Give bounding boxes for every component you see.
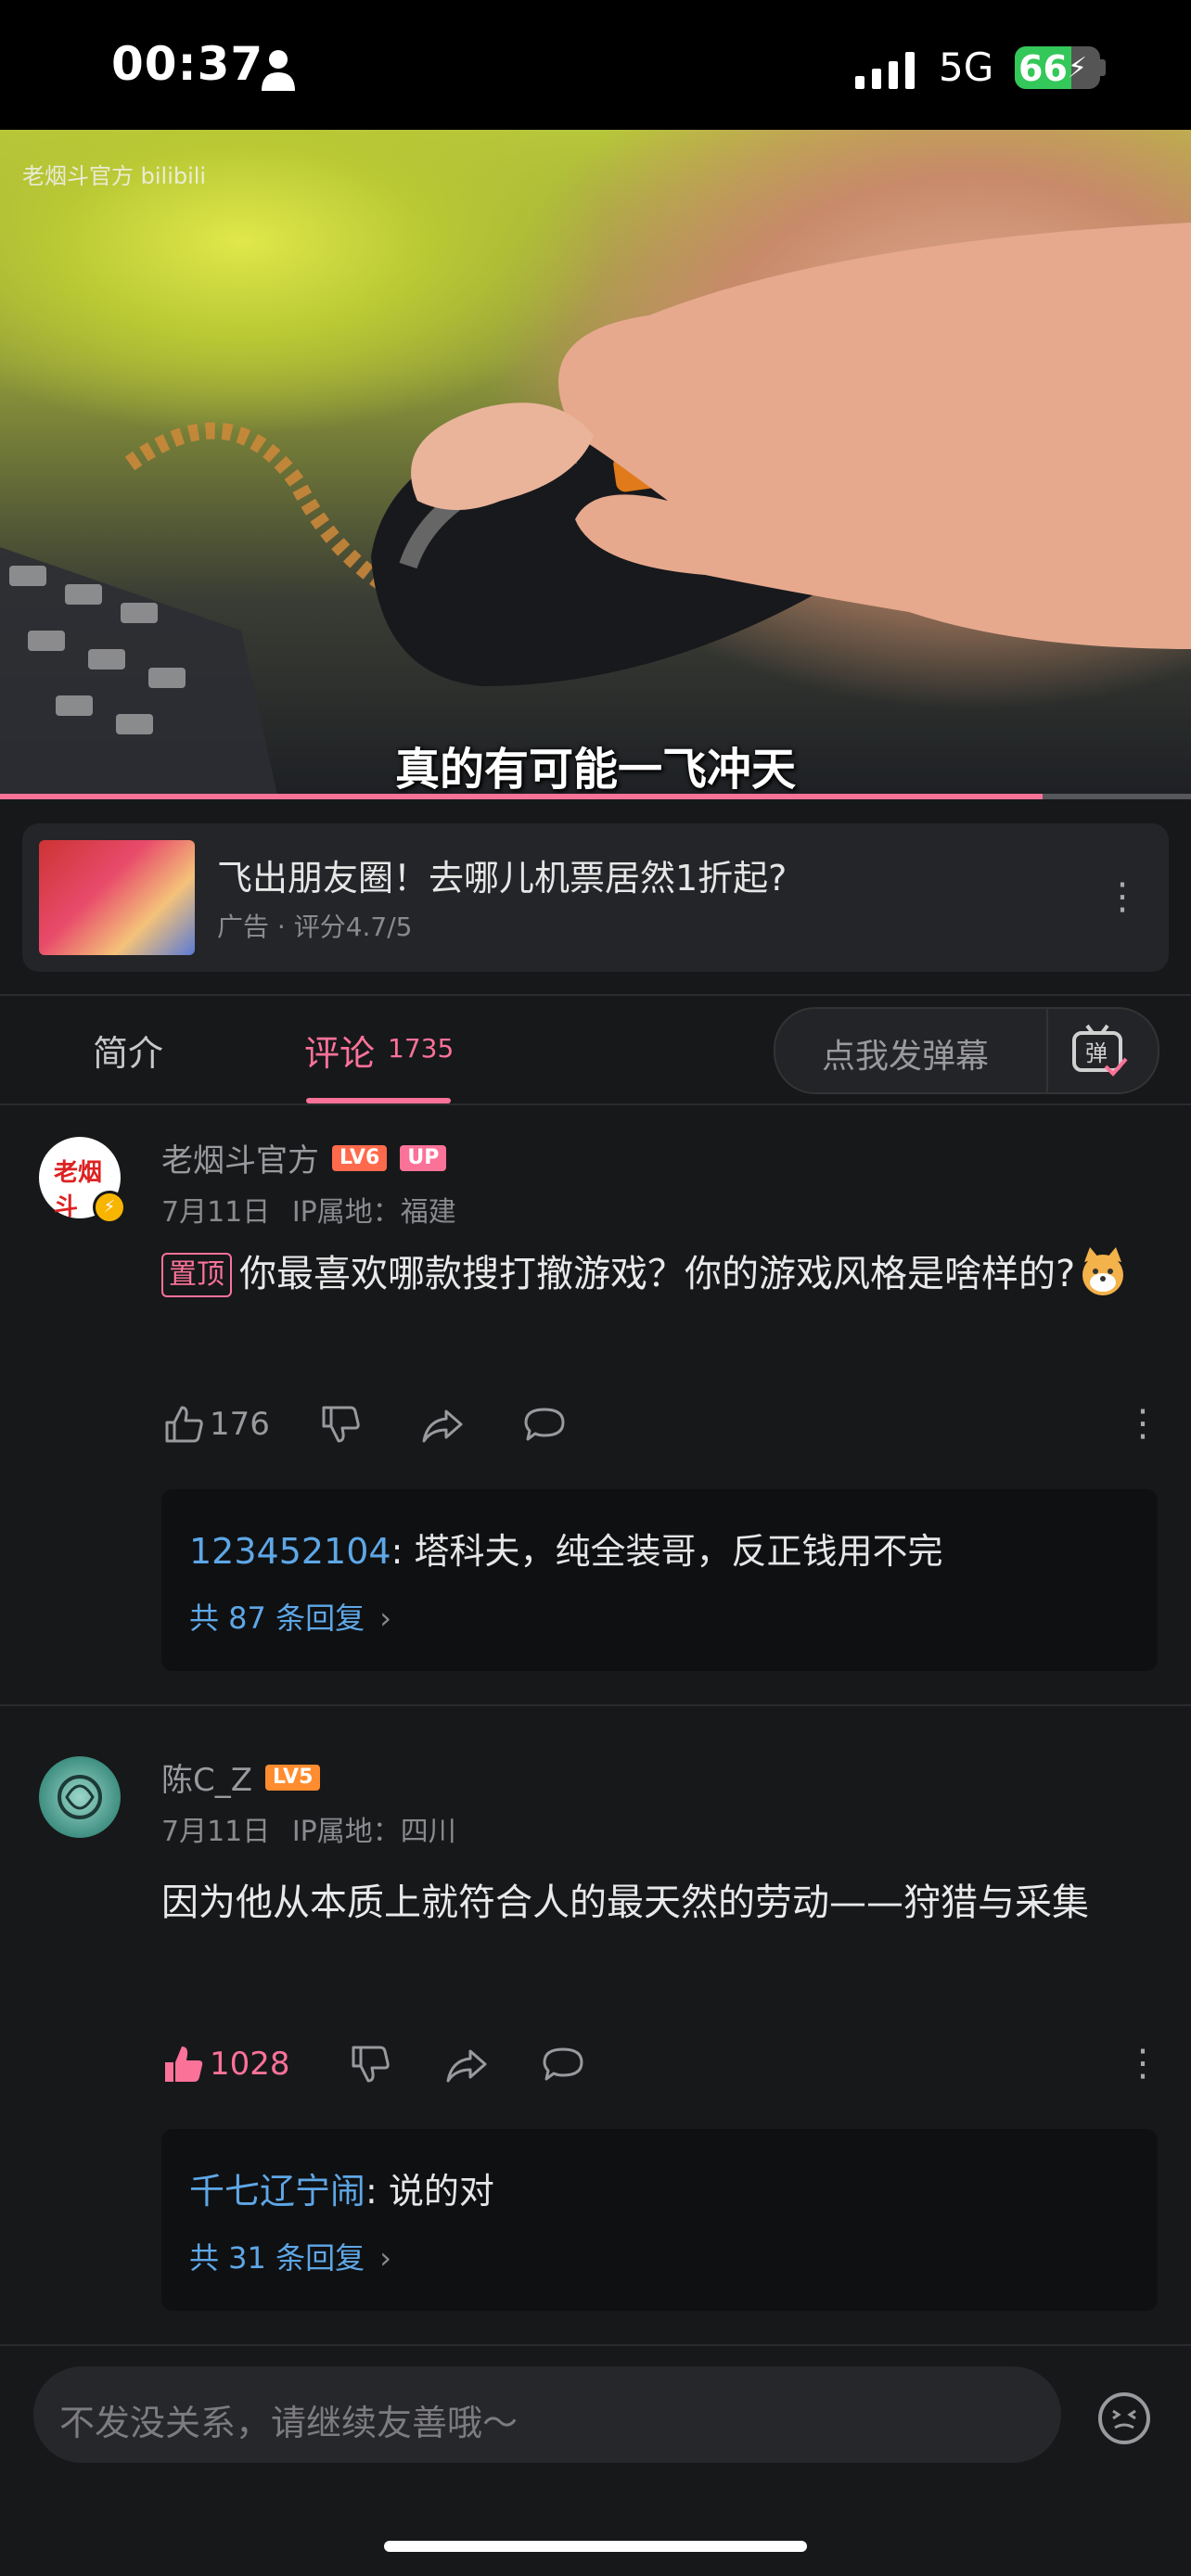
reply-total: 共 87 条回复 xyxy=(189,1600,365,1636)
avatar-pattern xyxy=(58,1775,102,1819)
like-count: 1028 xyxy=(210,2046,290,2083)
share-icon[interactable] xyxy=(444,2042,489,2086)
comment-date: 7月11日 xyxy=(161,1196,271,1229)
reply-preview-line: 千七辽宁闹: 说的对 xyxy=(189,2162,494,2213)
comment-actions: 1028 xyxy=(161,2042,585,2086)
view-replies-link[interactable]: 共 31 条回复 › xyxy=(189,2235,391,2277)
tab-intro[interactable]: 简介 xyxy=(93,1025,163,1076)
more-vertical-icon[interactable]: ⋮ xyxy=(1104,875,1141,918)
divider xyxy=(0,1704,1191,1706)
cellular-signal-icon xyxy=(855,52,915,89)
reply-total: 共 31 条回复 xyxy=(189,2240,365,2276)
home-indicator xyxy=(384,2541,807,2552)
lightning-badge-icon: ⚡ xyxy=(93,1191,126,1224)
comment-header: 陈C_Z LV5 xyxy=(161,1754,321,1800)
charging-bolt-icon: ⚡ xyxy=(1067,52,1087,84)
ad-thumbnail xyxy=(39,840,195,955)
ad-banner[interactable]: 飞出朋友圈！去哪儿机票居然1折起? 广告 · 评分4.7/5 ⋮ xyxy=(22,823,1169,972)
shiba-emoji-icon xyxy=(1082,1247,1124,1295)
thumbs-down-icon[interactable] xyxy=(348,2042,392,2086)
comment-ip: IP属地：四川 xyxy=(291,1816,456,1848)
video-player[interactable] xyxy=(0,130,1191,799)
divider xyxy=(0,2344,1191,2346)
reply-user[interactable]: 123452104 xyxy=(189,1531,391,1572)
comment-ip: IP属地：福建 xyxy=(291,1196,456,1229)
danmu-separator xyxy=(1046,1009,1048,1092)
reply-text: : 塔科夫，纯全装哥，反正钱用不完 xyxy=(391,1531,943,1572)
comment-body[interactable]: 置顶 你最喜欢哪款搜打撤游戏？你的游戏风格是啥样的? xyxy=(161,1239,1145,1309)
avatar[interactable]: 老烟斗 ⚡ xyxy=(39,1137,126,1224)
share-icon[interactable] xyxy=(420,1402,465,1447)
comment-meta: 7月11日 IP属地：福建 xyxy=(161,1189,456,1230)
comment-actions: 176 xyxy=(161,1402,567,1447)
avatar[interactable] xyxy=(39,1756,121,1838)
comment-input[interactable]: 不发没关系，请继续友善哦～ xyxy=(33,2366,1061,2463)
svg-text:弹: 弹 xyxy=(1085,1040,1108,1066)
pinned-tag: 置顶 xyxy=(161,1253,232,1297)
comment-date: 7月11日 xyxy=(161,1816,271,1848)
comment-author[interactable]: 老烟斗官方 xyxy=(161,1135,319,1180)
thumbs-up-icon[interactable] xyxy=(161,1402,206,1447)
comment-text: 你最喜欢哪款搜打撤游戏？你的游戏风格是啥样的? xyxy=(239,1253,1076,1295)
divider xyxy=(0,994,1191,996)
reply-user[interactable]: 千七辽宁闹 xyxy=(189,2171,365,2212)
thumbs-down-icon[interactable] xyxy=(318,1402,363,1447)
video-subtitle: 真的有可能一飞冲天 xyxy=(394,744,796,796)
comment-body[interactable]: 因为他从本质上就符合人的最天然的劳动——狩猎与采集 xyxy=(161,1868,1126,1938)
comment-text: 因为他从本质上就符合人的最天然的劳动——狩猎与采集 xyxy=(161,1881,1089,1924)
ad-title: 飞出朋友圈！去哪儿机票居然1折起? xyxy=(217,858,788,899)
up-badge: UP xyxy=(400,1144,447,1171)
danmu-input[interactable]: 点我发弹幕 弹 xyxy=(774,1007,1159,1094)
ad-subtitle: 广告 · 评分4.7/5 xyxy=(217,912,413,942)
level-badge: LV5 xyxy=(265,1764,321,1791)
status-time: 00:37 xyxy=(111,37,264,91)
tab-comments[interactable]: 评论 xyxy=(304,1025,375,1076)
network-type: 5G xyxy=(939,45,994,90)
video-progress-fill xyxy=(0,794,1043,799)
comment-more-icon[interactable]: ⋮ xyxy=(1124,1402,1161,1445)
thumbs-up-filled-icon[interactable] xyxy=(161,2042,206,2086)
danmu-placeholder: 点我发弹幕 xyxy=(822,1038,990,1076)
person-icon xyxy=(262,50,295,91)
comment-header: 老烟斗官方 LV6 UP xyxy=(161,1135,447,1180)
reply-preview-line: 123452104: 塔科夫，纯全装哥，反正钱用不完 xyxy=(189,1523,942,1574)
video-progress-bar[interactable] xyxy=(0,794,1191,799)
comments-count: 1735 xyxy=(388,1033,455,1064)
video-frame xyxy=(0,223,1191,799)
reply-preview[interactable]: 123452104: 塔科夫，纯全装哥，反正钱用不完 共 87 条回复 › xyxy=(161,1489,1158,1671)
battery-percent: 66 xyxy=(1018,48,1068,89)
reply-text: : 说的对 xyxy=(365,2171,494,2212)
comment-more-icon[interactable]: ⋮ xyxy=(1124,2042,1161,2085)
chevron-right-icon: › xyxy=(379,2240,392,2276)
comment-input-placeholder: 不发没关系，请继续友善哦～ xyxy=(59,2403,519,2443)
video-watermark: 老烟斗官方 bilibili xyxy=(22,163,207,189)
divider xyxy=(0,1103,1191,1105)
emoji-icon[interactable] xyxy=(1096,2391,1152,2446)
comment-author[interactable]: 陈C_Z xyxy=(161,1754,252,1800)
reply-bubble-icon[interactable] xyxy=(522,1402,567,1447)
comment-meta: 7月11日 IP属地：四川 xyxy=(161,1808,456,1849)
view-replies-link[interactable]: 共 87 条回复 › xyxy=(189,1595,391,1638)
danmu-toggle-icon[interactable]: 弹 xyxy=(1070,1024,1128,1078)
level-badge: LV6 xyxy=(332,1144,388,1171)
chevron-right-icon: › xyxy=(379,1600,392,1636)
reply-bubble-icon[interactable] xyxy=(541,2042,585,2086)
battery-indicator: 66 ⚡ xyxy=(1015,46,1100,89)
like-count: 176 xyxy=(210,1406,270,1443)
reply-preview[interactable]: 千七辽宁闹: 说的对 共 31 条回复 › xyxy=(161,2129,1158,2311)
battery-cap xyxy=(1100,59,1106,76)
